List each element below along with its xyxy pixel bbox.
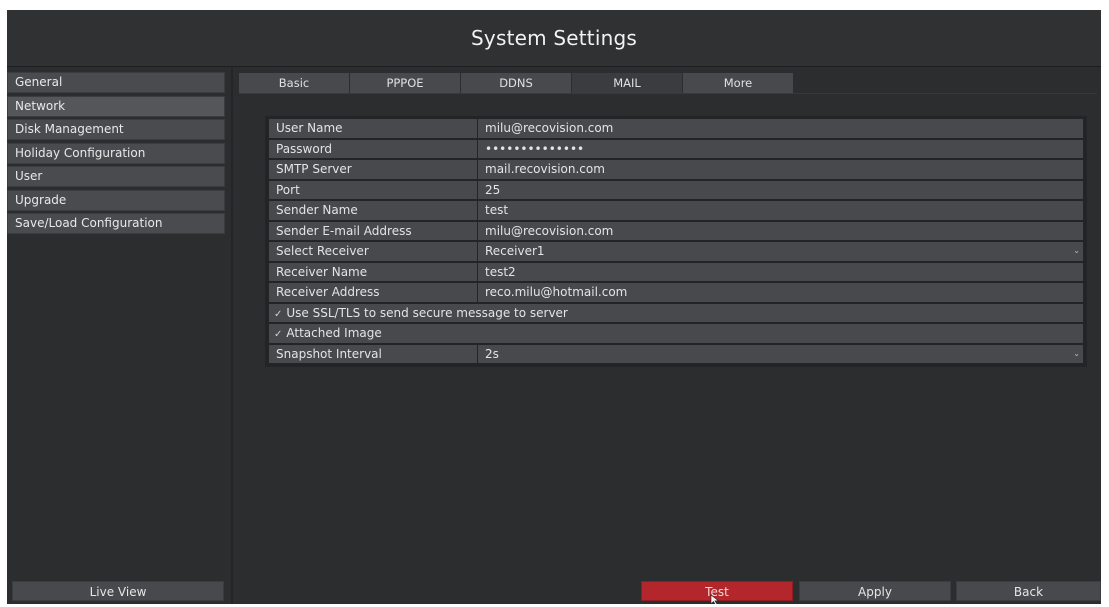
form-row-sender-name: Sender Name test: [269, 201, 1083, 220]
page-title: System Settings: [471, 26, 637, 50]
settings-window: System Settings General Network Disk Man…: [7, 10, 1101, 604]
attached-image-label: Attached Image: [286, 326, 382, 340]
check-icon: ✓: [274, 308, 283, 320]
snapshot-interval-dropdown[interactable]: 2s ⌄: [478, 344, 1083, 364]
sender-name-input[interactable]: test: [478, 201, 1083, 220]
port-input[interactable]: 25: [478, 180, 1083, 199]
form-row-port: Port 25: [269, 180, 1083, 199]
tab-basic[interactable]: Basic: [239, 73, 349, 93]
attached-image-checkbox[interactable]: ✓ Attached Image: [269, 324, 1083, 343]
form-row-attached-image: ✓ Attached Image: [269, 324, 1083, 343]
smtp-server-input[interactable]: mail.recovision.com: [478, 160, 1083, 179]
tab-pppoe[interactable]: PPPOE: [350, 73, 460, 93]
receiver-name-input[interactable]: test2: [478, 262, 1083, 281]
sender-email-label: Sender E-mail Address: [269, 221, 477, 240]
select-receiver-value: Receiver1: [485, 244, 545, 258]
sidebar-item-general[interactable]: General: [7, 72, 225, 93]
tab-more[interactable]: More: [683, 73, 793, 93]
use-ssl-label: Use SSL/TLS to send secure message to se…: [286, 305, 568, 320]
password-label: Password: [269, 139, 477, 158]
form-row-password: Password ••••••••••••••: [269, 139, 1083, 158]
form-row-receiver-name: Receiver Name test2: [269, 262, 1083, 281]
smtp-server-label: SMTP Server: [269, 160, 477, 179]
tab-bar: Basic PPPOE DDNS MAIL More: [239, 73, 794, 93]
title-bar: System Settings: [7, 10, 1101, 67]
select-receiver-label: Select Receiver: [269, 242, 477, 261]
receiver-address-input[interactable]: reco.milu@hotmail.com: [478, 283, 1083, 302]
back-button[interactable]: Back: [956, 581, 1101, 601]
sidebar: General Network Disk Management Holiday …: [7, 72, 225, 237]
select-receiver-dropdown[interactable]: Receiver1 ⌄: [478, 242, 1083, 261]
tab-mail[interactable]: MAIL: [572, 73, 682, 93]
check-icon: ✓: [274, 329, 283, 340]
mouse-cursor-icon: [710, 594, 720, 604]
form-row-user-name: User Name milu@recovision.com: [269, 119, 1083, 138]
sidebar-item-upgrade[interactable]: Upgrade: [7, 189, 225, 211]
port-label: Port: [269, 180, 477, 199]
form-row-receiver-address: Receiver Address reco.milu@hotmail.com: [269, 283, 1083, 302]
form-row-select-receiver: Select Receiver Receiver1 ⌄: [269, 242, 1083, 261]
sidebar-item-user[interactable]: User: [7, 166, 225, 187]
sidebar-divider: [231, 66, 233, 604]
tab-strip-divider: [239, 93, 1097, 94]
user-name-input[interactable]: milu@recovision.com: [478, 119, 1083, 138]
sidebar-item-disk-management[interactable]: Disk Management: [7, 119, 225, 140]
tab-ddns[interactable]: DDNS: [461, 73, 571, 93]
password-input[interactable]: ••••••••••••••: [478, 139, 1083, 158]
live-view-button[interactable]: Live View: [12, 581, 224, 601]
sidebar-item-network[interactable]: Network: [7, 95, 225, 117]
apply-button[interactable]: Apply: [799, 581, 951, 601]
form-row-snapshot-interval: Snapshot Interval 2s ⌄: [269, 344, 1083, 364]
sender-email-input[interactable]: milu@recovision.com: [478, 221, 1083, 240]
receiver-address-label: Receiver Address: [269, 283, 477, 302]
snapshot-interval-value: 2s: [485, 346, 499, 361]
snapshot-interval-label: Snapshot Interval: [269, 344, 477, 363]
form-row-smtp-server: SMTP Server mail.recovision.com: [269, 160, 1083, 179]
receiver-name-label: Receiver Name: [269, 262, 477, 281]
mail-settings-form: User Name milu@recovision.com Password •…: [265, 116, 1087, 367]
chevron-down-icon[interactable]: ⌄: [1073, 242, 1080, 261]
use-ssl-checkbox[interactable]: ✓ Use SSL/TLS to send secure message to s…: [269, 303, 1083, 322]
form-row-use-ssl: ✓ Use SSL/TLS to send secure message to s…: [269, 303, 1083, 322]
form-row-sender-email: Sender E-mail Address milu@recovision.co…: [269, 221, 1083, 240]
chevron-down-icon[interactable]: ⌄: [1073, 345, 1080, 364]
sender-name-label: Sender Name: [269, 201, 477, 220]
sidebar-item-save-load-configuration[interactable]: Save/Load Configuration: [7, 213, 225, 234]
user-name-label: User Name: [269, 119, 477, 138]
sidebar-item-holiday-configuration[interactable]: Holiday Configuration: [7, 142, 225, 164]
